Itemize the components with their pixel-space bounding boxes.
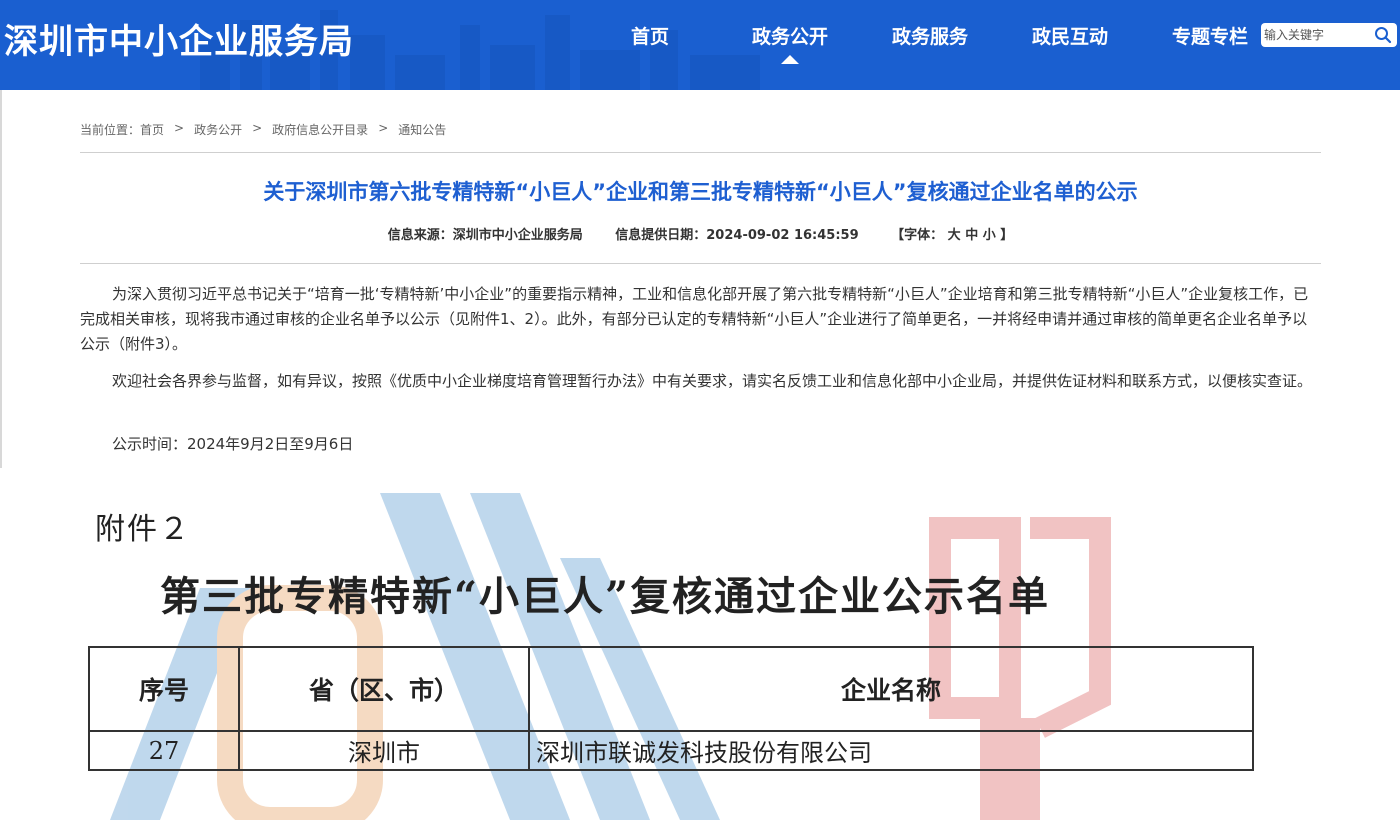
attachment-label: 附件２	[95, 512, 191, 547]
nav-home-label: 首页	[630, 25, 669, 48]
nav-interaction-label: 政民互动	[1031, 25, 1108, 48]
cell-region: 深圳市	[238, 730, 530, 771]
cell-number: 27	[88, 730, 240, 771]
attachment-title: 第三批专精特新“小巨人”复核通过企业公示名单	[160, 573, 1051, 620]
nav-topics[interactable]: 专题专栏	[1140, 0, 1280, 70]
search-box	[1261, 23, 1397, 47]
breadcrumb-separator: >	[174, 121, 185, 135]
article-paragraph: 为深入贯彻习近平总书记关于“培育一批‘专精特新’中小企业”的重要指示精神，工业和…	[80, 285, 1309, 353]
info-date: 信息提供日期：2024-09-02 16:45:59	[615, 228, 859, 243]
breadcrumb-separator: >	[378, 121, 389, 135]
site-title[interactable]: 深圳市中小企业服务局	[4, 14, 354, 63]
nav-interaction[interactable]: 政民互动	[1000, 0, 1140, 70]
search-icon[interactable]	[1373, 25, 1393, 45]
table-row: 27 深圳市 深圳市联诚发科技股份有限公司	[88, 730, 1254, 771]
search-input[interactable]	[1264, 25, 1370, 45]
table-header-row: 序号 省（区、市） 企业名称	[88, 646, 1254, 732]
column-header-company: 企业名称	[528, 646, 1254, 732]
breadcrumb-item-notices[interactable]: 通知公告	[398, 121, 446, 138]
breadcrumb: 当前位置： 首页 > 政务公开 > 政府信息公开目录 > 通知公告	[80, 121, 446, 138]
nav-government-affairs[interactable]: 政务公开	[720, 0, 860, 70]
column-header-region: 省（区、市）	[238, 646, 530, 732]
column-header-number: 序号	[88, 646, 240, 732]
attachment-image: 附件２ 第三批专精特新“小巨人”复核通过企业公示名单 序号 省（区、市） 企业名…	[0, 468, 1400, 820]
active-caret-icon	[781, 55, 799, 64]
nav-topics-label: 专题专栏	[1171, 25, 1248, 48]
nav-government-services-label: 政务服务	[891, 25, 968, 48]
article-area	[0, 90, 1400, 468]
site-header: 深圳市中小企业服务局 首页 政务公开 政务服务 政民互动 专题专栏	[0, 0, 1400, 90]
publicity-period: 公示时间：2024年9月2日至9月6日	[112, 435, 354, 453]
company-list-table: 序号 省（区、市） 企业名称 27 深圳市 深圳市联诚发科技股份有限公司	[88, 646, 1254, 771]
info-source: 信息来源：深圳市中小企业服务局	[387, 228, 583, 243]
article-meta: 信息来源：深圳市中小企业服务局 信息提供日期：2024-09-02 16:45:…	[80, 224, 1321, 243]
font-size-control[interactable]: 【字体： 大 中 小 】	[891, 228, 1013, 243]
divider	[80, 263, 1321, 264]
left-divider	[0, 90, 2, 468]
cell-company: 深圳市联诚发科技股份有限公司	[528, 730, 1254, 771]
nav-government-affairs-label: 政务公开	[751, 25, 828, 48]
nav-government-services[interactable]: 政务服务	[860, 0, 1000, 70]
article-title: 关于深圳市第六批专精特新“小巨人”企业和第三批专精特新“小巨人”复核通过企业名单…	[263, 180, 1138, 204]
breadcrumb-item-info-catalog[interactable]: 政府信息公开目录	[272, 121, 368, 138]
breadcrumb-prefix: 当前位置：	[80, 123, 141, 137]
breadcrumb-separator: >	[252, 121, 263, 135]
divider	[80, 152, 1321, 153]
breadcrumb-item-home[interactable]: 首页	[140, 121, 164, 138]
main-nav: 首页 政务公开 政务服务 政民互动 专题专栏	[580, 0, 1280, 90]
nav-home[interactable]: 首页	[580, 0, 720, 70]
breadcrumb-item-government-affairs[interactable]: 政务公开	[194, 121, 242, 138]
article-paragraph: 欢迎社会各界参与监督，如有异议，按照《优质中小企业梯度培育管理暂行办法》中有关要…	[112, 372, 1313, 390]
